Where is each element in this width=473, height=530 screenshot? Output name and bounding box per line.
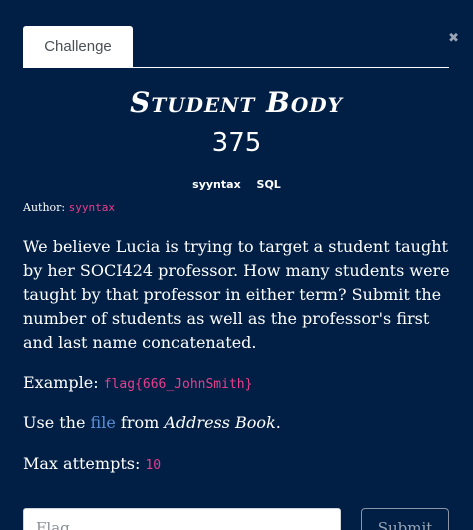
attempts-value: 10 bbox=[145, 458, 162, 473]
challenge-description: We believe Lucia is trying to target a s… bbox=[23, 237, 450, 352]
tab-bar: Challenge bbox=[23, 26, 449, 68]
author-line: Author: syyntax bbox=[23, 201, 115, 214]
attempts-label: Max attempts: bbox=[23, 454, 141, 473]
file-link[interactable]: file bbox=[91, 413, 116, 432]
flag-input[interactable] bbox=[23, 508, 341, 530]
use-suffix: . bbox=[275, 413, 281, 432]
challenge-points: 375 bbox=[211, 128, 262, 158]
author-label: Author: bbox=[23, 201, 66, 214]
tag-author: syyntax bbox=[192, 178, 241, 191]
close-icon[interactable]: ✖ bbox=[448, 32, 459, 45]
tab-challenge[interactable]: Challenge bbox=[23, 26, 133, 67]
use-prefix: Use the bbox=[23, 413, 86, 432]
example-label: Example: bbox=[23, 373, 99, 392]
tag-category: SQL bbox=[256, 178, 281, 191]
use-middle: from bbox=[120, 413, 160, 432]
source-challenge-name: Address Book bbox=[164, 413, 276, 432]
example-flag: flag{666_JohnSmith} bbox=[103, 377, 253, 392]
challenge-title: Student Body bbox=[130, 86, 343, 119]
author-name: syyntax bbox=[68, 201, 115, 214]
tag-list: syyntax SQL bbox=[0, 178, 473, 191]
max-attempts-line: Max attempts: 10 bbox=[23, 454, 161, 473]
submit-button[interactable]: Submit bbox=[361, 508, 449, 530]
challenge-modal: ✖ Challenge Student Body 375 syyntax SQL… bbox=[0, 0, 473, 530]
use-file-line: Use the file from Address Book. bbox=[23, 413, 281, 432]
example-line: Example: flag{666_JohnSmith} bbox=[23, 373, 252, 392]
